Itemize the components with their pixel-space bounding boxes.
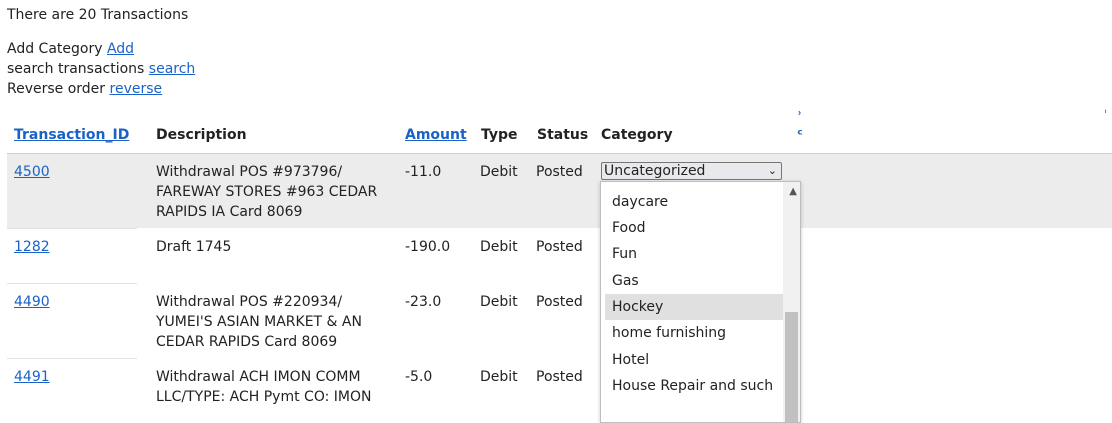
- scrollbar-thumb[interactable]: [785, 312, 798, 422]
- category-dropdown-list[interactable]: daycare Food Fun Gas Hockey home furnish…: [600, 181, 801, 423]
- transaction-id-link[interactable]: 4490: [14, 294, 50, 310]
- reverse-order-line: Reverse order reverse: [7, 81, 162, 97]
- category-select[interactable]: Uncategorized ⌄: [601, 162, 782, 180]
- category-option[interactable]: Gas: [605, 268, 785, 294]
- description-line: RAPIDS IA Card 8069: [156, 204, 303, 220]
- table-row: 4490 Withdrawal POS #220934/ YUMEI'S ASI…: [7, 284, 1112, 358]
- description-line: LLC/TYPE: ACH Pymt CO: IMON: [156, 389, 372, 405]
- amount-cell: -190.0: [405, 239, 451, 255]
- status-cell: Posted: [536, 369, 583, 385]
- status-cell: Posted: [536, 294, 583, 310]
- search-link[interactable]: search: [149, 61, 196, 77]
- category-option[interactable]: home furnishing: [605, 320, 785, 346]
- description-cell: Withdrawal POS #973796/ FAREWAY STORES #…: [156, 162, 377, 222]
- category-select-value: Uncategorized: [604, 163, 706, 179]
- description-cell: Withdrawal POS #220934/ YUMEI'S ASIAN MA…: [156, 292, 362, 352]
- category-option[interactable]: Food: [605, 215, 785, 241]
- category-option-highlighted[interactable]: Hockey: [605, 294, 785, 320]
- description-line: YUMEI'S ASIAN MARKET & AN: [156, 314, 362, 330]
- column-header-status: Status: [537, 127, 589, 143]
- amount-cell: -5.0: [405, 369, 433, 385]
- description-line: Withdrawal ACH IMON COMM: [156, 369, 361, 385]
- type-cell: Debit: [480, 369, 518, 385]
- status-cell: Posted: [536, 164, 583, 180]
- description-cell: Withdrawal ACH IMON COMM LLC/TYPE: ACH P…: [156, 367, 371, 407]
- search-transactions-line: search transactions search: [7, 61, 195, 77]
- partial-header-link-2[interactable]: ᶜ: [797, 127, 803, 143]
- column-header-category: Category: [601, 127, 673, 143]
- amount-cell: -23.0: [405, 294, 442, 310]
- category-option[interactable]: House Repair and such: [605, 373, 785, 399]
- transaction-id-link[interactable]: 1282: [14, 239, 50, 255]
- chevron-down-icon: ⌄: [767, 164, 777, 177]
- description-line: CEDAR RAPIDS Card 8069: [156, 334, 338, 350]
- add-category-label: Add Category: [7, 41, 103, 57]
- description-cell: Draft 1745: [156, 239, 232, 255]
- table-row: 4500 Withdrawal POS #973796/ FAREWAY STO…: [7, 154, 1112, 228]
- description-line: FAREWAY STORES #963 CEDAR: [156, 184, 378, 200]
- dropdown-scrollbar[interactable]: ▲: [783, 182, 800, 422]
- column-header-description: Description: [156, 127, 247, 143]
- transaction-id-link[interactable]: 4500: [14, 164, 50, 180]
- table-row: 1282 Draft 1745 -190.0 Debit Posted: [7, 229, 1112, 283]
- scroll-up-icon[interactable]: ▲: [789, 186, 797, 197]
- sort-amount-link[interactable]: Amount: [405, 127, 467, 143]
- reverse-order-label: Reverse order: [7, 81, 106, 97]
- table-row: 4491 Withdrawal ACH IMON COMM LLC/TYPE: …: [7, 359, 1112, 409]
- add-category-link[interactable]: Add: [107, 41, 134, 57]
- reverse-link[interactable]: reverse: [110, 81, 163, 97]
- type-cell: Debit: [480, 239, 518, 255]
- category-option[interactable]: daycare: [605, 189, 785, 215]
- transaction-id-link[interactable]: 4491: [14, 369, 50, 385]
- partial-header-link[interactable]: ʾ: [797, 110, 802, 126]
- column-header-type: Type: [481, 127, 518, 143]
- category-option[interactable]: Hotel: [605, 347, 785, 373]
- type-cell: Debit: [480, 294, 518, 310]
- search-transactions-label: search transactions: [7, 61, 145, 77]
- description-line: Withdrawal POS #973796/: [156, 164, 343, 180]
- transaction-count: There are 20 Transactions: [7, 7, 189, 23]
- type-cell: Debit: [480, 164, 518, 180]
- sort-transaction-id-link[interactable]: Transaction_ID: [14, 127, 129, 143]
- description-line: Withdrawal POS #220934/: [156, 294, 343, 310]
- add-category-line: Add Category Add: [7, 41, 134, 57]
- status-cell: Posted: [536, 239, 583, 255]
- amount-cell: -11.0: [405, 164, 442, 180]
- edge-marker: ˈ: [1104, 108, 1108, 122]
- category-option[interactable]: Fun: [605, 241, 785, 267]
